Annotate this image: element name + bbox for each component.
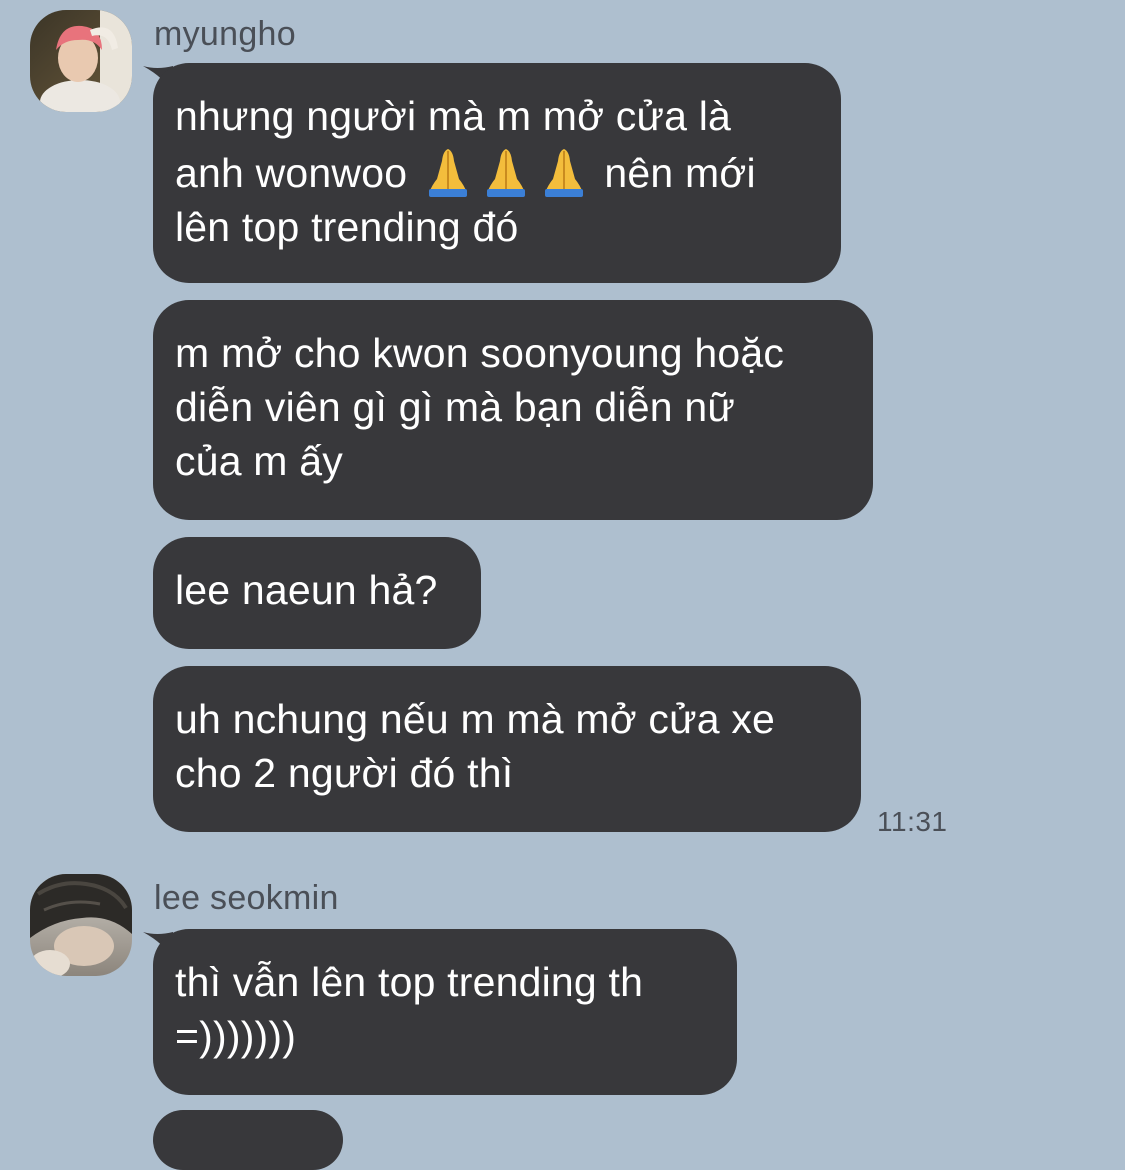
chat-view: myungho nhưng người mà m mở cửa là anh w… bbox=[0, 0, 1125, 1170]
avatar-image bbox=[30, 874, 132, 976]
message-bubble-partial[interactable] bbox=[153, 1110, 343, 1170]
folded-hands-icon bbox=[479, 143, 533, 197]
message-bubble[interactable]: lee naeun hả? bbox=[153, 537, 481, 649]
avatar-myungho[interactable] bbox=[30, 10, 132, 112]
folded-hands-icon bbox=[421, 143, 475, 197]
message-bubble[interactable]: thì vẫn lên top trending th =))))))) bbox=[153, 929, 737, 1095]
message-bubble[interactable]: nhưng người mà m mở cửa là anh wonwoo nê… bbox=[153, 63, 841, 283]
avatar-image bbox=[30, 10, 132, 112]
folded-hands-icon bbox=[537, 143, 591, 197]
sender-name: myungho bbox=[154, 15, 296, 53]
message-text: lee naeun hả? bbox=[175, 567, 438, 613]
avatar-lee-seokmin[interactable] bbox=[30, 874, 132, 976]
message-bubble[interactable]: uh nchung nếu m mà mở cửa xe cho 2 người… bbox=[153, 666, 861, 832]
message-text: uh nchung nếu m mà mở cửa xe cho 2 người… bbox=[175, 696, 776, 796]
message-timestamp: 11:31 bbox=[877, 806, 948, 837]
message-text: m mở cho kwon soonyoung hoặc diễn viên g… bbox=[175, 330, 785, 484]
message-bubble[interactable]: m mở cho kwon soonyoung hoặc diễn viên g… bbox=[153, 300, 873, 520]
message-text: thì vẫn lên top trending th =))))))) bbox=[175, 959, 644, 1059]
sender-name: lee seokmin bbox=[154, 879, 339, 917]
message-text: nhưng người mà m mở cửa là anh wonwoo nê… bbox=[175, 89, 819, 254]
